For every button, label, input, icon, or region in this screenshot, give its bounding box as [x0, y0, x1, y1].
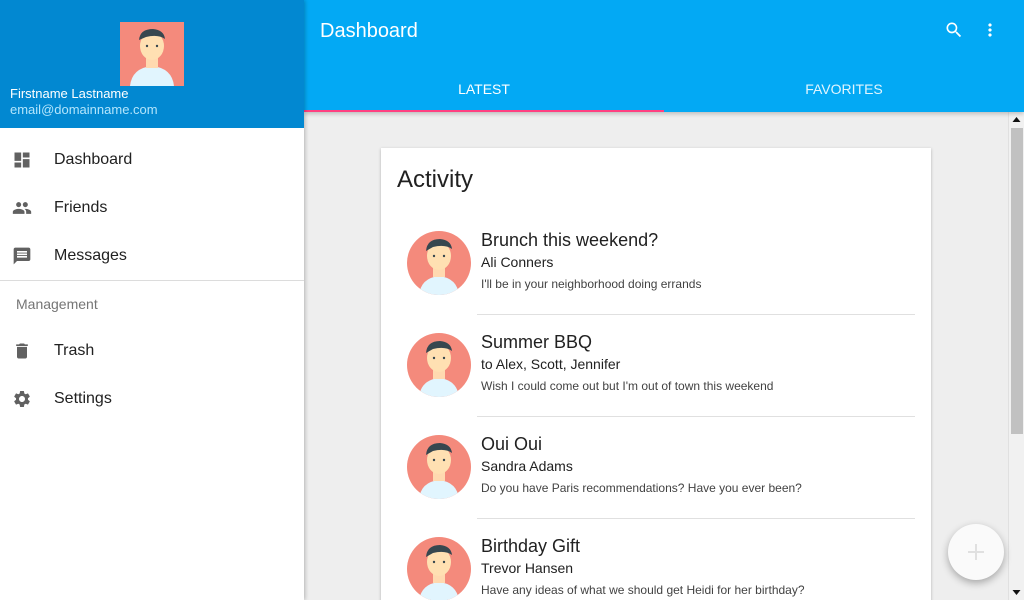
tab-indicator: [304, 110, 664, 112]
nav-label-settings: Settings: [54, 390, 112, 407]
nav-label-dashboard: Dashboard: [54, 151, 133, 168]
dashboard-icon: [14, 152, 30, 168]
item-subtitle: Trevor Hansen: [481, 560, 574, 576]
user-name: Firstname Lastname: [10, 86, 129, 101]
activity-card: Activity Brunch this weekend? Ali Conners…: [381, 148, 931, 600]
drawer-header: Firstname Lastname email@domainname.com: [0, 0, 304, 128]
top-app-bar: Dashboard LATEST FAVORITES: [304, 0, 1024, 112]
nav-item-messages[interactable]: Messages: [0, 232, 304, 280]
item-subtitle: Sandra Adams: [481, 458, 573, 474]
activity-list: Brunch this weekend? Ali Conners I'll be i…: [381, 214, 931, 600]
avatar: [407, 537, 471, 600]
item-title: Oui Oui: [481, 434, 543, 454]
main-content: Activity Brunch this weekend? Ali Conners…: [304, 112, 1008, 600]
trash-icon: [16, 343, 28, 359]
user-email: email@domainname.com: [10, 102, 158, 117]
list-item[interactable]: Birthday Gift Trevor Hansen Have any ideas…: [381, 520, 931, 600]
tab-favorites[interactable]: FAVORITES: [664, 64, 1024, 112]
nav-label-messages: Messages: [54, 247, 127, 264]
plus-icon: [968, 544, 984, 560]
item-title: Summer BBQ: [481, 332, 593, 352]
item-divider: [477, 314, 915, 315]
nav-item-settings[interactable]: Settings: [0, 375, 304, 423]
gear-icon: [14, 391, 30, 407]
tab-bar: LATEST FAVORITES: [304, 64, 1024, 112]
item-title: Brunch this weekend?: [481, 230, 659, 250]
vertical-scrollbar[interactable]: [1008, 112, 1024, 600]
more-vert-icon[interactable]: [980, 20, 1000, 40]
item-body: I'll be in your neighborhood doing erran…: [481, 277, 702, 291]
tab-latest[interactable]: LATEST: [304, 64, 664, 112]
search-icon[interactable]: [944, 20, 964, 40]
avatar: [407, 435, 471, 499]
avatar: [407, 231, 471, 295]
item-body: Have any ideas of what we should get Hei…: [481, 583, 805, 597]
page-title: Dashboard: [320, 20, 418, 42]
scroll-up-arrow-icon[interactable]: [1009, 112, 1024, 128]
navigation-drawer: Firstname Lastname email@domainname.com …: [0, 0, 304, 600]
nav-subheader-management: Management: [16, 296, 98, 312]
user-avatar[interactable]: [120, 22, 184, 86]
nav-item-friends[interactable]: Friends: [0, 184, 304, 232]
item-title: Birthday Gift: [481, 536, 581, 556]
item-divider: [477, 416, 915, 417]
list-item[interactable]: Brunch this weekend? Ali Conners I'll be i…: [381, 214, 931, 316]
nav-label-trash: Trash: [54, 342, 95, 359]
item-subtitle: Ali Conners: [481, 254, 554, 270]
scroll-down-arrow-icon[interactable]: [1009, 584, 1024, 600]
add-fab-button[interactable]: [948, 524, 1004, 580]
nav-label-friends: Friends: [54, 199, 108, 216]
people-icon: [12, 202, 32, 214]
list-item[interactable]: Oui Oui Sandra Adams Do you have Paris rec…: [381, 418, 931, 520]
scrollbar-thumb[interactable]: [1011, 128, 1023, 434]
message-icon: [13, 247, 31, 265]
item-body: Wish I could come out but I'm out of tow…: [481, 379, 774, 393]
avatar: [407, 333, 471, 397]
card-title: Activity: [397, 166, 474, 193]
nav-item-dashboard[interactable]: Dashboard: [0, 136, 304, 184]
drawer-nav: Dashboard Friends Messages Management Tr…: [0, 136, 304, 423]
item-body: Do you have Paris recommendations? Have …: [481, 481, 802, 495]
item-subtitle: to Alex, Scott, Jennifer: [481, 356, 621, 372]
item-divider: [477, 518, 915, 519]
nav-item-trash[interactable]: Trash: [0, 327, 304, 375]
list-item[interactable]: Summer BBQ to Alex, Scott, Jennifer Wish I…: [381, 316, 931, 418]
